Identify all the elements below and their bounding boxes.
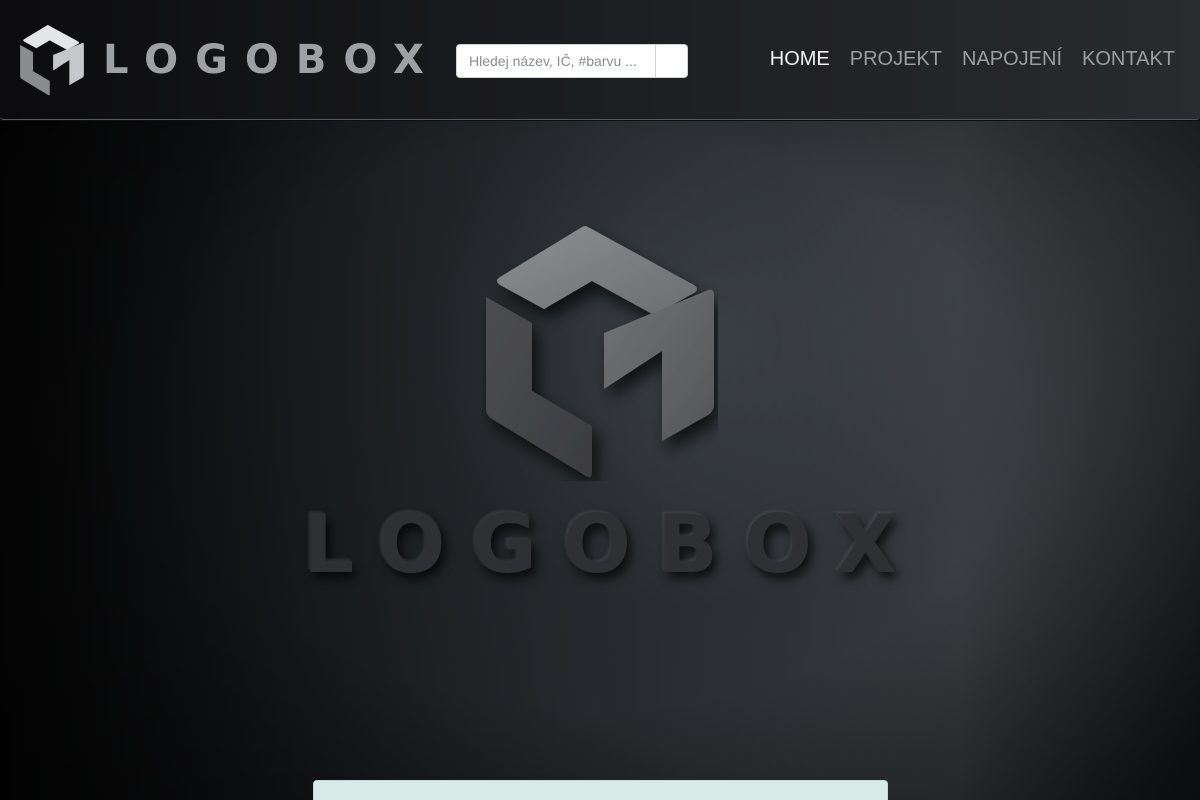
nav-kontakt[interactable]: KONTAKT	[1082, 46, 1175, 72]
nav-napojeni[interactable]: NAPOJENÍ	[962, 46, 1062, 72]
navbar: LOGOBOX HOME PROJEKT NAPOJENÍ KONTAKT	[0, 0, 1200, 120]
nav-projekt[interactable]: PROJEKT	[850, 46, 942, 72]
brand-wordmark: LOGOBOX	[103, 37, 441, 83]
hero-logo-icon	[486, 226, 714, 477]
logobox-hexagon-icon	[20, 25, 84, 96]
main-nav: HOME PROJEKT NAPOJENÍ KONTAKT	[770, 46, 1175, 72]
brand-link[interactable]: LOGOBOX	[19, 23, 424, 97]
nav-home[interactable]: HOME	[770, 46, 830, 72]
hero-wordmark: LOGOBOX	[303, 498, 923, 591]
search-input[interactable]	[456, 44, 656, 78]
info-panel	[313, 780, 888, 800]
hero-banner: LOGOBOX	[0, 121, 1200, 800]
search-button[interactable]	[655, 44, 688, 78]
search-form	[456, 44, 688, 78]
